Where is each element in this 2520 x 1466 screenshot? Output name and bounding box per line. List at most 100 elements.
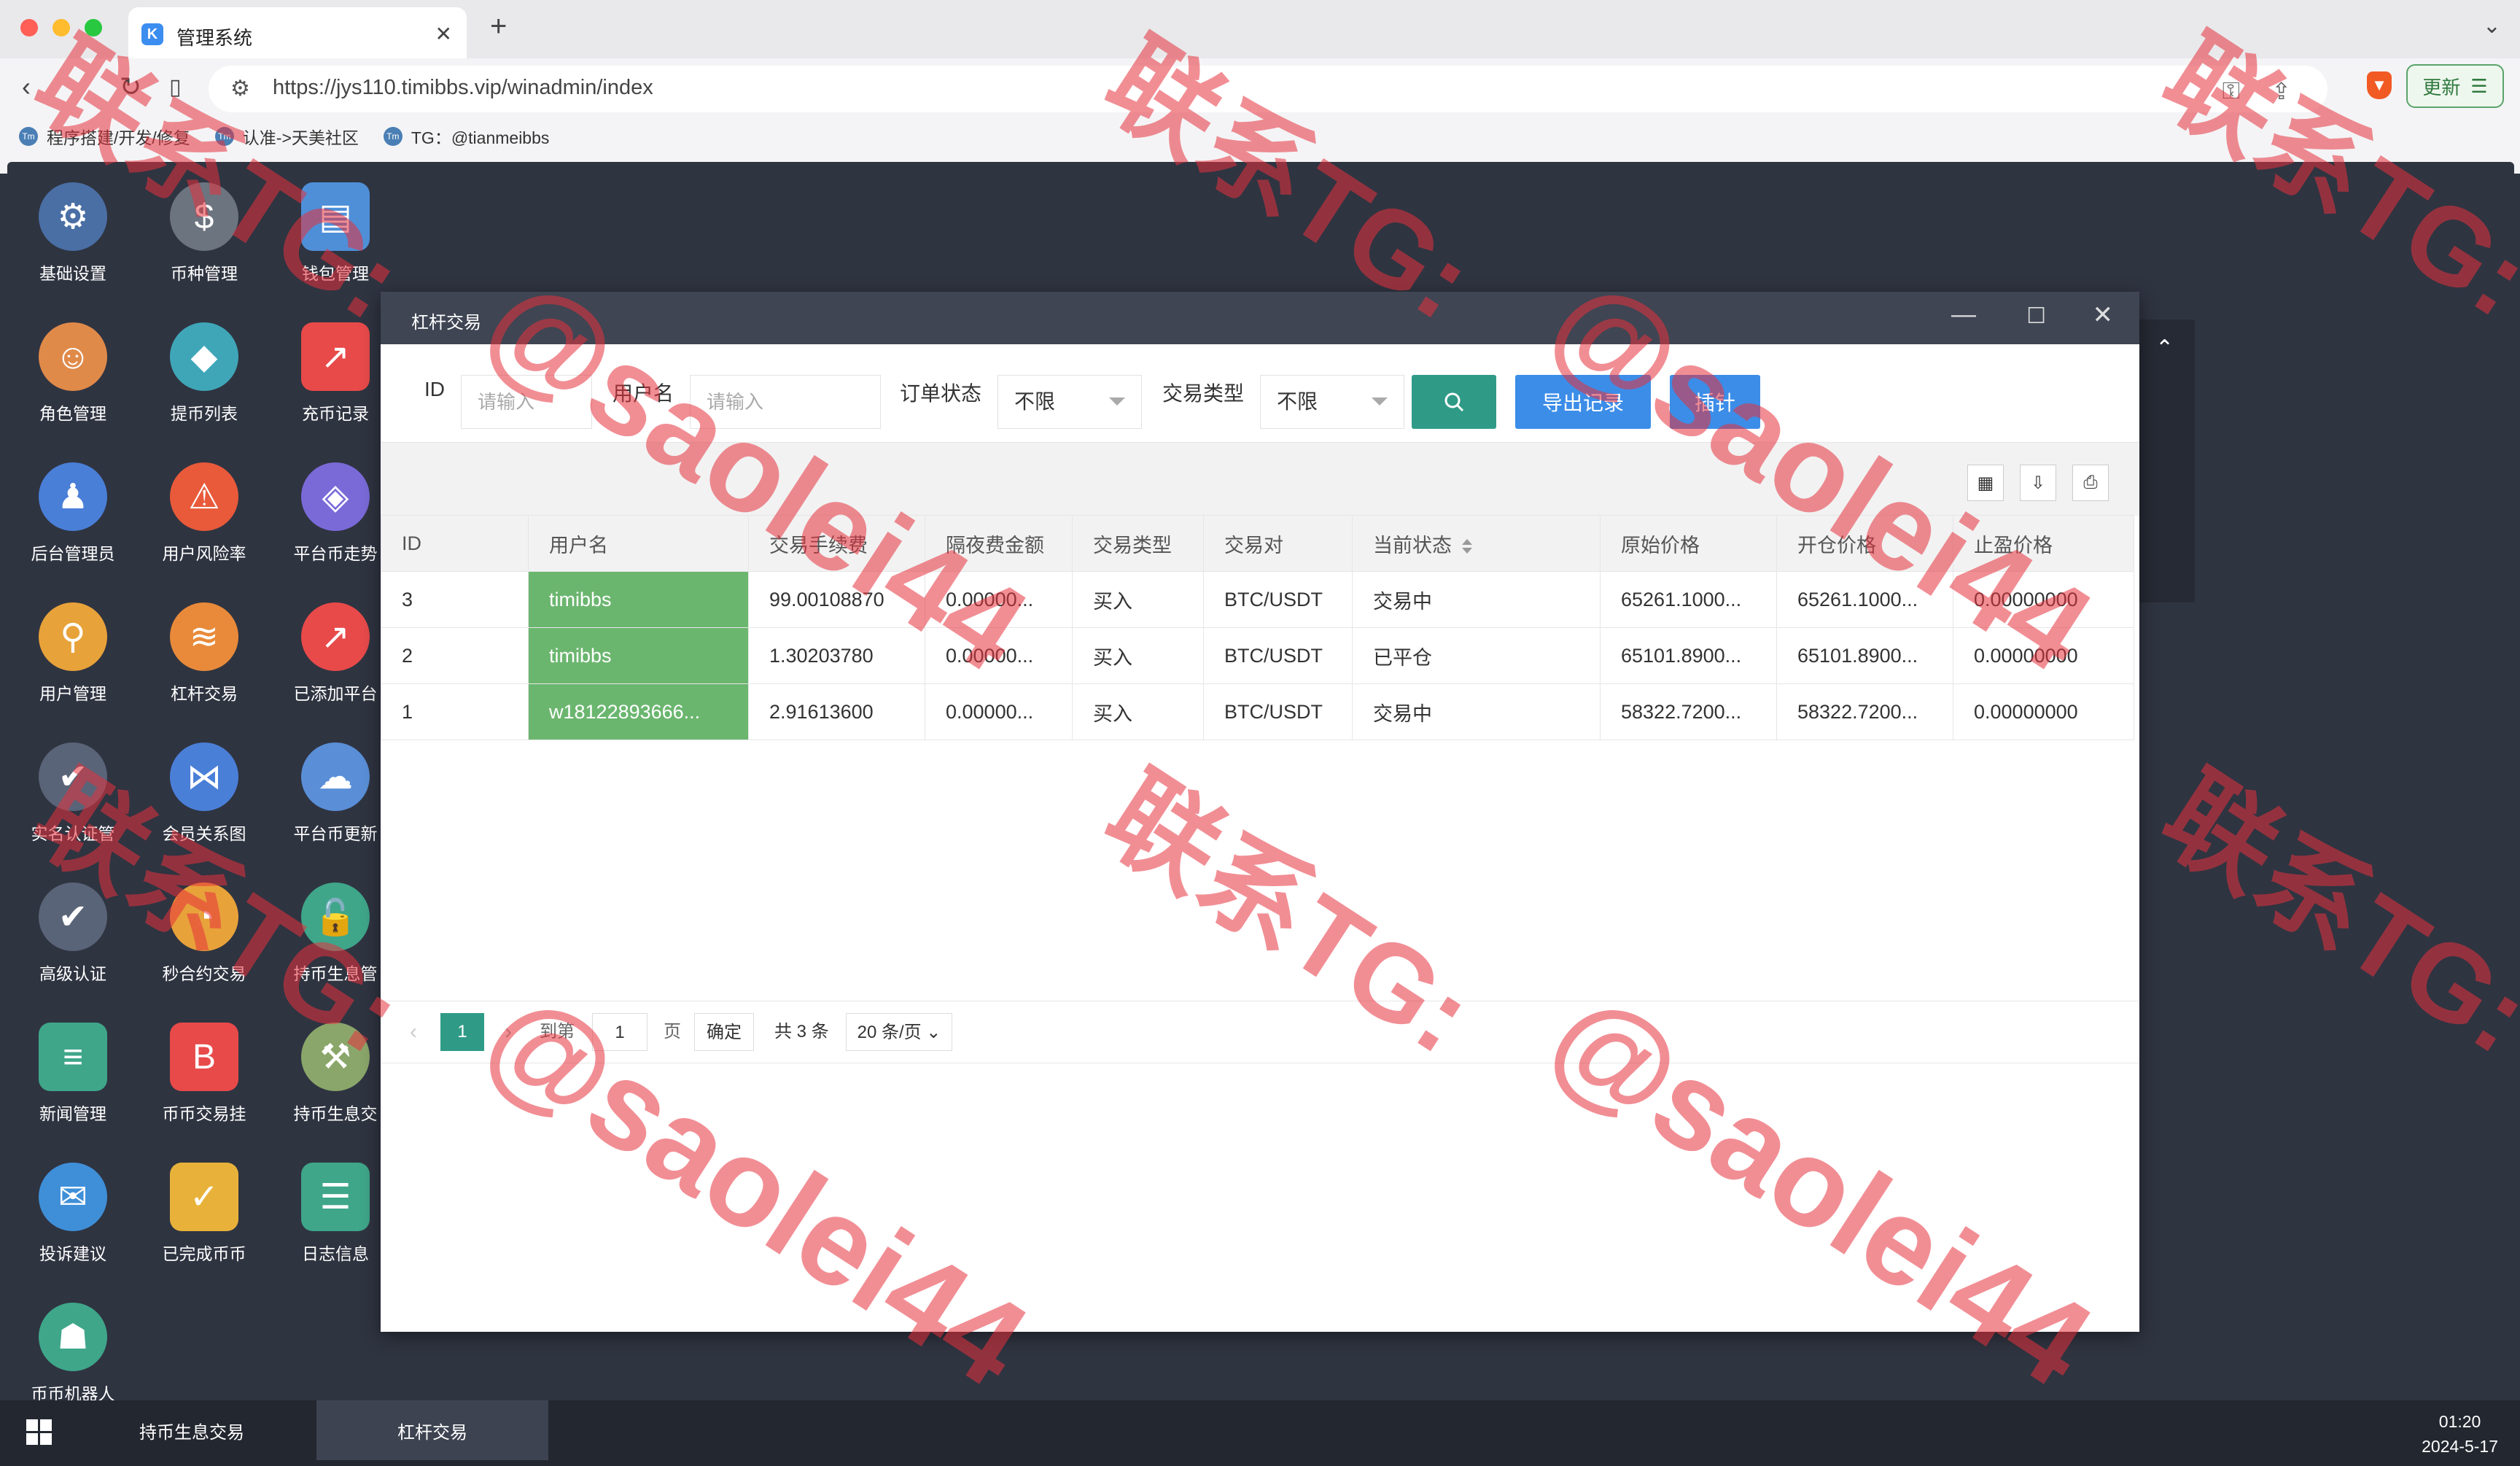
- desktop-icon[interactable]: ⚠ 用户风险率: [139, 455, 270, 595]
- col-username[interactable]: 用户名: [528, 515, 749, 572]
- clock-time: 01:20: [2438, 1412, 2481, 1431]
- desktop-icon[interactable]: ⚲ 用户管理: [7, 595, 139, 735]
- col-status[interactable]: 当前状态: [1352, 515, 1601, 572]
- bookmark-favicon-icon: Tm: [383, 127, 402, 146]
- desktop-icon-label: 杠杆交易: [171, 684, 238, 703]
- desktop-icon[interactable]: ≡ 新闻管理: [7, 1015, 139, 1155]
- bookmark-item[interactable]: Tm 认准->天美社区: [214, 124, 359, 149]
- desktop-icon[interactable]: ✔ 高级认证: [7, 875, 139, 1015]
- prev-page-icon[interactable]: ‹: [410, 1013, 417, 1051]
- id-filter-input[interactable]: 请输入: [461, 375, 592, 429]
- goto-confirm-button[interactable]: 确定: [694, 1013, 754, 1051]
- desktop-icon[interactable]: ✔ 实名认证管: [7, 735, 139, 875]
- taskbar-item-active[interactable]: 杠杆交易: [316, 1400, 548, 1460]
- bookmark-item[interactable]: Tm 程序搭建/开发/修复: [19, 124, 190, 149]
- sort-icon[interactable]: [1462, 539, 1472, 554]
- username-filter-input[interactable]: 请输入: [690, 375, 881, 429]
- order-status-select[interactable]: 不限: [998, 375, 1142, 429]
- desktop-icon[interactable]: ⋈ 会员关系图: [139, 735, 270, 875]
- desktop-icon[interactable]: ♟ 后台管理员: [7, 455, 139, 595]
- deposit-chart-icon: ↗: [301, 322, 370, 391]
- minimize-icon[interactable]: —: [1951, 300, 1976, 329]
- url-text[interactable]: https://jys110.timibbs.vip/winadmin/inde…: [273, 76, 653, 100]
- desktop-icon-label: 用户管理: [39, 684, 106, 703]
- start-menu-icon[interactable]: [26, 1419, 52, 1446]
- close-icon[interactable]: ✕: [2093, 300, 2114, 330]
- desktop-icon[interactable]: ✉ 投诉建议: [7, 1155, 139, 1295]
- bookmark-item[interactable]: Tm TG：@tianmeibbs: [383, 124, 549, 149]
- trade-type-select[interactable]: 不限: [1260, 375, 1404, 429]
- order-status-value: 不限: [1014, 390, 1056, 413]
- chevron-down-icon[interactable]: ⌄: [2483, 13, 2501, 39]
- desktop-icon-label: 会员关系图: [162, 824, 246, 843]
- desktop-icon[interactable]: ◆ 提币列表: [139, 315, 270, 455]
- bitcoin-icon: B: [170, 1023, 238, 1091]
- bookmark-label: 程序搭建/开发/修复: [47, 128, 190, 147]
- caret-down-icon: [1372, 397, 1388, 406]
- export-records-button[interactable]: 导出记录: [1515, 375, 1651, 429]
- desktop-icon[interactable]: B 币币交易挂: [139, 1015, 270, 1155]
- site-settings-icon[interactable]: ⚙: [230, 76, 250, 101]
- background-panel: ⌃: [2136, 319, 2195, 602]
- update-button[interactable]: 更新 ☰: [2406, 64, 2504, 108]
- new-tab-icon[interactable]: +: [490, 10, 507, 43]
- minimize-window-dot[interactable]: [52, 19, 70, 36]
- maximize-window-dot[interactable]: [85, 19, 102, 36]
- tab-close-icon[interactable]: ✕: [435, 22, 452, 46]
- wallet-icon: ▤: [301, 182, 370, 251]
- check-doc-icon: ✓: [170, 1163, 238, 1231]
- network-icon: ⋈: [170, 742, 238, 811]
- reload-icon[interactable]: ↻: [120, 71, 141, 102]
- close-window-dot[interactable]: [20, 19, 38, 36]
- cell-trade-type: 买入: [1072, 683, 1204, 740]
- col-orig-price[interactable]: 原始价格: [1600, 515, 1777, 572]
- address-bar[interactable]: ⚙ https://jys110.timibbs.vip/winadmin/in…: [209, 66, 2328, 112]
- col-overnight[interactable]: 隔夜费金额: [925, 515, 1073, 572]
- desktop-icon[interactable]: $ 币种管理: [139, 175, 270, 315]
- next-page-icon[interactable]: ›: [505, 1013, 512, 1051]
- share-icon[interactable]: ⇪: [2271, 77, 2291, 105]
- menu-icon: ☰: [2470, 74, 2488, 97]
- col-pair[interactable]: 交易对: [1203, 515, 1353, 572]
- desktop-icon[interactable]: ≋ 杠杆交易: [139, 595, 270, 735]
- current-page-button[interactable]: 1: [440, 1013, 484, 1051]
- cell-tp-price: 0.00000000: [1953, 571, 2134, 628]
- brave-shield-icon[interactable]: ▼: [2367, 71, 2392, 99]
- col-tp-price[interactable]: 止盈价格: [1953, 515, 2134, 572]
- table-row[interactable]: 1 w18122893666... 2.91613600 0.00000... …: [381, 683, 2134, 740]
- tab-title: 管理系统: [176, 27, 253, 49]
- goto-page-input[interactable]: 1: [592, 1013, 648, 1051]
- back-icon[interactable]: ‹: [22, 71, 31, 102]
- col-trade-type[interactable]: 交易类型: [1072, 515, 1204, 572]
- browser-tab[interactable]: K 管理系统 ✕: [128, 7, 467, 58]
- maximize-icon[interactable]: ☐: [2026, 303, 2046, 329]
- username-filter-label: 用户名: [612, 382, 674, 405]
- taskbar-item[interactable]: 持币生息交易: [86, 1400, 298, 1460]
- col-fee[interactable]: 交易手续费: [748, 515, 925, 572]
- taskbar: 持币生息交易 杠杆交易 01:20 2024-5-17: [0, 1400, 2520, 1466]
- desktop-icon[interactable]: ✓ 已完成币币: [139, 1155, 270, 1295]
- col-id[interactable]: ID: [381, 515, 529, 572]
- search-button[interactable]: [1412, 375, 1496, 429]
- print-icon[interactable]: ⎙: [2072, 465, 2109, 501]
- bookmark-icon[interactable]: ▯: [169, 74, 182, 100]
- column-filter-icon[interactable]: ▦: [1967, 465, 2004, 501]
- table-row[interactable]: 3 timibbs 99.00108870 0.00000... 买入 BTC/…: [381, 571, 2134, 628]
- cell-tp-price: 0.00000000: [1953, 683, 2134, 740]
- desktop-icon[interactable]: ⚙ 基础设置: [7, 175, 139, 315]
- search-icon: [1444, 392, 1464, 412]
- col-status-label: 当前状态: [1373, 534, 1452, 556]
- desktop-icon[interactable]: ☺ 角色管理: [7, 315, 139, 455]
- key-icon[interactable]: ⚿: [2222, 77, 2240, 105]
- export-icon[interactable]: ⇩: [2020, 465, 2056, 501]
- col-open-price[interactable]: 开仓价格: [1776, 515, 1953, 572]
- pin-button[interactable]: 插针: [1670, 375, 1760, 429]
- window-titlebar[interactable]: 杠杆交易 — ☐ ✕: [381, 292, 2139, 344]
- desktop-icon[interactable]: ◔ 秒合约交易: [139, 875, 270, 1015]
- chevron-up-icon[interactable]: ⌃: [2155, 336, 2174, 361]
- page-size-select[interactable]: 20 条/页 ⌄: [846, 1013, 952, 1051]
- page-size-value: 20 条/页: [857, 1023, 922, 1042]
- cell-open-price: 65101.8900...: [1776, 627, 1953, 684]
- bookmarks-bar: Tm 程序搭建/开发/修复 Tm 认准->天美社区 Tm TG：@tianmei…: [19, 124, 549, 149]
- table-row[interactable]: 2 timibbs 1.30203780 0.00000... 买入 BTC/U…: [381, 627, 2134, 684]
